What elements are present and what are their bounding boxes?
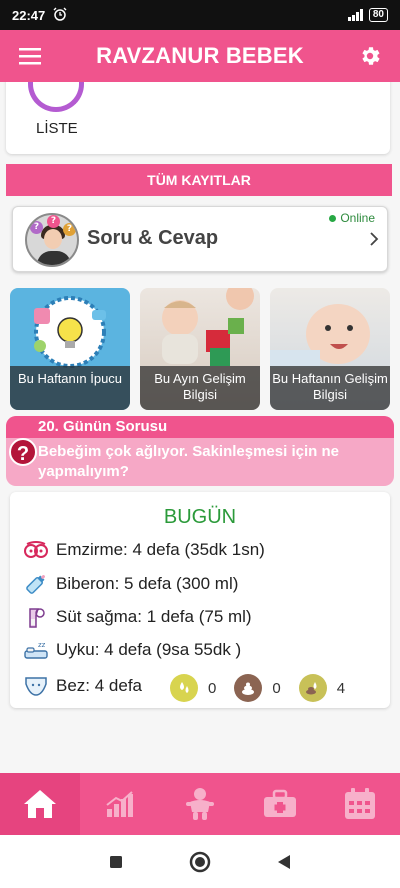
hamburger-menu-icon[interactable] [0, 30, 60, 82]
online-status: Online [329, 211, 375, 225]
monthly-development-tile[interactable]: Bu Ayın Gelişim Bilgisi [140, 288, 260, 410]
pumping-text: Süt sağma: 1 defa (75 ml) [56, 607, 252, 626]
online-dot-icon [329, 214, 337, 222]
nav-calendar[interactable] [320, 773, 400, 835]
question-bubble-icon: ? [30, 221, 43, 234]
nav-growth[interactable] [80, 773, 160, 835]
nav-baby[interactable] [160, 773, 240, 835]
today-summary-card: BUGÜN Emzirme: 4 defa (35dk 1sn) Biberon… [10, 492, 390, 708]
baby-with-blocks-photo-icon [162, 288, 254, 366]
all-records-button[interactable]: TÜM KAYITLAR [6, 164, 392, 196]
weekly-tip-tile[interactable]: Bu Haftanın İpucu [10, 288, 130, 410]
daily-question-title: 20. Günün Sorusu [6, 416, 394, 438]
question-mark-icon: ? [9, 438, 37, 466]
home-circle-icon[interactable] [189, 851, 211, 873]
add-list-icon[interactable] [28, 82, 84, 112]
signal-icon [347, 9, 363, 21]
status-bar: 22:47 80 [0, 0, 400, 30]
qa-title: Soru & Cevap [87, 227, 219, 249]
diaper-counts: 0 0 4 [170, 674, 363, 702]
breastfeeding-text: Emzirme: 4 defa (35dk 1sn) [56, 540, 265, 559]
sleep-text: Uyku: 4 defa (9sa 55dk ) [56, 640, 242, 659]
dirty-diaper-count: 0 [234, 674, 281, 702]
nav-medical[interactable] [240, 773, 320, 835]
breastfeeding-icon [24, 538, 48, 562]
alarm-icon [53, 7, 67, 24]
question-bubble-icon: ? [47, 215, 60, 228]
sleep-icon: zz [24, 638, 48, 662]
monthly-development-caption: Bu Ayın Gelişim Bilgisi [140, 366, 260, 410]
mixed-diaper-count: 4 [298, 674, 346, 702]
system-navigation-bar [0, 835, 400, 888]
baby-bottle-icon [24, 572, 48, 596]
status-time: 22:47 [12, 7, 46, 23]
pumping-row[interactable]: Süt sağma: 1 defa (75 ml) [24, 605, 252, 629]
main-content: LİSTE TÜM KAYITLAR ? ? ? Soru & Cevap On… [0, 82, 400, 773]
growth-chart-icon [106, 791, 133, 817]
baby-icon [186, 788, 214, 820]
dirty-diaper-value: 0 [272, 679, 281, 697]
settings-gear-icon[interactable] [340, 30, 400, 82]
list-card[interactable]: LİSTE [6, 82, 390, 154]
back-icon[interactable] [277, 854, 291, 870]
breast-pump-icon [24, 605, 48, 629]
wet-diaper-count: 0 [170, 674, 216, 702]
smiling-baby-photo-icon [270, 304, 370, 368]
battery-icon: 80 [368, 8, 388, 22]
diaper-text: Bez: 4 defa [56, 676, 143, 695]
online-status-label: Online [340, 211, 375, 225]
question-answer-card[interactable]: ? ? ? Soru & Cevap Online [12, 206, 388, 272]
lightbulb-illustration-icon [34, 296, 106, 368]
dirty-diaper-icon [234, 674, 263, 702]
expert-avatar: ? ? ? [25, 213, 79, 267]
recent-apps-icon[interactable] [109, 855, 123, 869]
medical-kit-icon [264, 789, 296, 817]
nav-home[interactable] [0, 773, 80, 835]
info-tiles: Bu Haftanın İpucu Bu Ayın Gelişim Bilgis… [10, 288, 390, 410]
bottom-navigation [0, 773, 400, 835]
daily-question-text: Bebeğim çok ağlıyor. Sakinleşmesi için n… [38, 443, 339, 480]
calendar-icon [345, 788, 375, 819]
svg-text:zz: zz [38, 641, 46, 649]
home-icon [24, 790, 56, 818]
daily-question-card[interactable]: 20. Günün Sorusu ? Bebeğim çok ağlıyor. … [6, 416, 394, 486]
wet-diaper-value: 0 [208, 679, 217, 697]
app-bar: RAVZANUR BEBEK [0, 30, 400, 82]
wet-diaper-icon [170, 674, 198, 702]
today-heading: BUGÜN [163, 506, 237, 528]
weekly-development-caption: Bu Haftanın Gelişim Bilgisi [270, 366, 390, 410]
sleep-row[interactable]: zz Uyku: 4 defa (9sa 55dk ) [24, 638, 241, 662]
question-bubble-icon: ? [63, 223, 76, 236]
breastfeeding-row[interactable]: Emzirme: 4 defa (35dk 1sn) [24, 538, 265, 562]
weekly-development-tile[interactable]: Bu Haftanın Gelişim Bilgisi [270, 288, 390, 410]
mixed-diaper-icon [298, 674, 327, 702]
diaper-row[interactable]: Bez: 4 defa [24, 674, 142, 698]
mixed-diaper-value: 4 [336, 679, 346, 697]
chevron-right-icon [370, 232, 379, 246]
bottle-row[interactable]: Biberon: 5 defa (300 ml) [24, 572, 238, 596]
app-title: RAVZANUR BEBEK [96, 43, 304, 68]
list-label: LİSTE [36, 120, 78, 137]
weekly-tip-caption: Bu Haftanın İpucu [10, 366, 130, 410]
diaper-icon [24, 674, 48, 698]
bottle-text: Biberon: 5 defa (300 ml) [56, 574, 239, 593]
